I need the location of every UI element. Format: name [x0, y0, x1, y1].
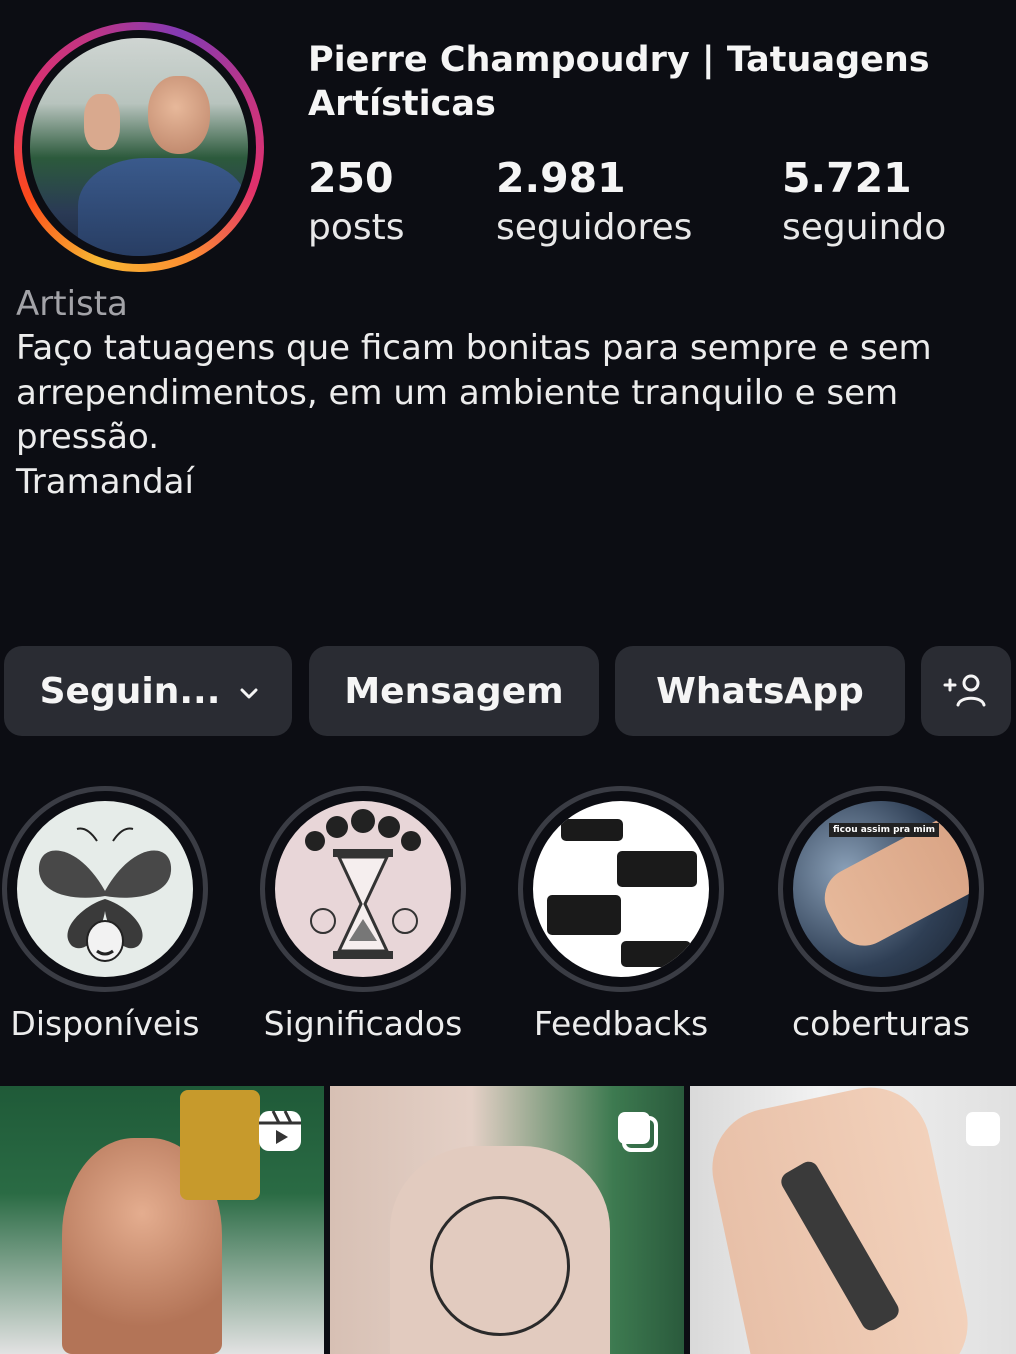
butterfly-image: [17, 801, 193, 977]
stat-following-value: 5.721: [782, 154, 912, 202]
suggest-people-button[interactable]: [921, 646, 1011, 736]
grid-post-3[interactable]: [690, 1086, 1016, 1354]
carousel-icon: [614, 1108, 662, 1154]
hourglass-image: [275, 801, 451, 977]
message-button-label: Mensagem: [344, 670, 564, 712]
avatar[interactable]: [30, 38, 248, 256]
stat-followers[interactable]: 2.981 seguidores: [496, 152, 692, 252]
message-button[interactable]: Mensagem: [309, 646, 599, 736]
whatsapp-button[interactable]: WhatsApp: [615, 646, 905, 736]
whatsapp-button-label: WhatsApp: [656, 670, 864, 712]
cover-tattoo-image: ficou assim pra mim: [793, 801, 969, 977]
reels-icon: [256, 1108, 304, 1154]
cover-caption: ficou assim pra mim: [829, 823, 940, 837]
profile-page: Pierre Champoudry | Tatuagens Artísticas…: [0, 0, 1016, 1354]
bio-section: Artista Faço tatuagens que ficam bonitas…: [16, 282, 1001, 504]
highlight-feedbacks[interactable]: Feedbacks: [518, 786, 724, 1043]
highlight-label: Feedbacks: [533, 1004, 709, 1043]
background-art: [180, 1090, 260, 1200]
stat-posts-label: posts: [308, 207, 405, 248]
story-ring[interactable]: [14, 22, 264, 272]
stat-followers-value: 2.981: [496, 154, 626, 202]
add-person-icon: [941, 671, 991, 711]
grid-post-2[interactable]: [330, 1086, 684, 1354]
sun-tattoo-drawing: [430, 1196, 570, 1336]
bio-text: Faço tatuagens que ficam bonitas para se…: [16, 328, 932, 457]
highlight-disponiveis[interactable]: Disponíveis: [2, 786, 208, 1043]
highlight-significados[interactable]: Significados: [260, 786, 466, 1043]
stat-posts-value: 250: [308, 154, 394, 202]
highlight-label: coberturas: [792, 1004, 970, 1043]
bio-location: Tramandaí: [16, 461, 194, 502]
stat-followers-label: seguidores: [496, 207, 693, 248]
profile-category: Artista: [16, 284, 128, 324]
stat-following[interactable]: 5.721 seguindo: [782, 152, 946, 252]
highlight-coberturas[interactable]: ficou assim pra mim coberturas: [778, 786, 984, 1043]
chevron-down-icon: [238, 682, 258, 700]
chat-screenshot-image: [533, 801, 709, 977]
carousel-icon: [962, 1108, 1010, 1154]
highlight-label: Significados: [263, 1004, 463, 1043]
stat-posts[interactable]: 250 posts: [308, 152, 405, 252]
following-button[interactable]: Seguin...: [4, 646, 292, 736]
grid-post-1[interactable]: [0, 1086, 324, 1354]
stat-following-label: seguindo: [782, 207, 947, 248]
following-button-label: Seguin...: [39, 670, 221, 712]
profile-name: Pierre Champoudry | Tatuagens Artísticas: [308, 40, 930, 124]
highlight-label: Disponíveis: [10, 1004, 200, 1043]
